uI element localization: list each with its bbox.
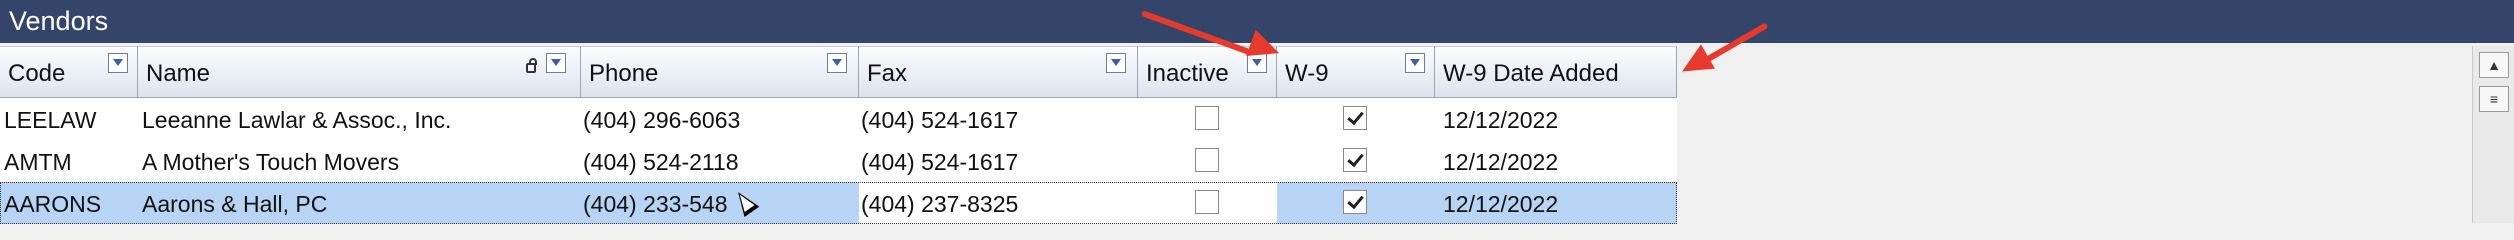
table-row-selected[interactable]: AARONS Aarons & Hall, PC (404) 233-548 (… [0,182,1677,224]
column-label: W-9 [1285,60,1329,87]
filter-icon[interactable] [108,53,128,73]
column-header-w9-date-added[interactable]: W-9 Date Added [1435,46,1677,98]
vertical-scrollbar[interactable]: ▲ ≡ [2472,46,2514,223]
w9-checkbox[interactable] [1343,190,1367,214]
cell-w9[interactable] [1277,182,1435,224]
cell-inactive[interactable] [1138,182,1277,224]
filter-icon[interactable] [1106,53,1126,73]
column-header-fax[interactable]: Fax [859,46,1138,98]
cell-w9[interactable] [1277,140,1435,182]
cell-code[interactable]: LEELAW [0,98,138,140]
cell-fax[interactable]: (404) 524-1617 [859,140,1138,182]
cell-inactive[interactable] [1138,98,1277,140]
grid-empty-area [1677,46,2472,223]
column-label: Phone [589,60,659,87]
filter-icon[interactable] [827,53,847,73]
cell-name[interactable]: Leeanne Lawlar & Assoc., Inc. [138,98,581,140]
cell-name[interactable]: A Mother's Touch Movers [138,140,581,182]
filter-icon[interactable] [546,53,566,73]
w9-checkbox[interactable] [1343,148,1367,172]
cell-name[interactable]: Aarons & Hall, PC [138,182,581,224]
cell-w9-date[interactable]: 12/12/2022 [1435,182,1677,224]
scroll-up-icon[interactable]: ▲ [2479,52,2509,78]
cell-code[interactable]: AMTM [0,140,138,182]
column-label: Code [8,60,66,87]
column-label: Fax [867,60,908,87]
cell-w9-date[interactable]: 12/12/2022 [1435,98,1677,140]
lock-icon [526,58,537,73]
cell-code[interactable]: AARONS [0,182,138,224]
table-row[interactable]: AMTM A Mother's Touch Movers (404) 524-2… [0,140,1677,182]
inactive-checkbox[interactable] [1195,148,1219,172]
column-header-w9[interactable]: W-9 [1277,46,1435,98]
cell-fax[interactable]: (404) 524-1617 [859,98,1138,140]
cell-phone[interactable]: (404) 296-6063 [581,98,859,140]
column-label: W-9 Date Added [1443,60,1619,87]
column-label: Name [146,60,211,87]
cell-phone[interactable]: (404) 524-2118 [581,140,859,182]
inactive-checkbox[interactable] [1195,106,1219,130]
column-header-code[interactable]: Code [0,46,138,98]
w9-checkbox[interactable] [1343,106,1367,130]
cell-phone[interactable]: (404) 233-548 [581,182,859,224]
cell-w9-date[interactable]: 12/12/2022 [1435,140,1677,182]
column-label: Inactive [1146,60,1229,87]
cell-fax[interactable]: (404) 237-8325 [859,182,1138,224]
table-row[interactable]: LEELAW Leeanne Lawlar & Assoc., Inc. (40… [0,98,1677,140]
grid-header: Code Name Phone Fax Inactive W-9 W-9 Dat… [0,46,1677,98]
window-title: Vendors [9,6,109,36]
cell-w9[interactable] [1277,98,1435,140]
column-header-name[interactable]: Name [138,46,581,98]
cell-inactive[interactable] [1138,140,1277,182]
vendors-grid: Code Name Phone Fax Inactive W-9 W-9 Dat… [0,46,2514,224]
inactive-checkbox[interactable] [1195,190,1219,214]
filter-icon[interactable] [1405,53,1425,73]
scroll-page-icon[interactable]: ≡ [2479,86,2509,112]
column-header-phone[interactable]: Phone [581,46,859,98]
